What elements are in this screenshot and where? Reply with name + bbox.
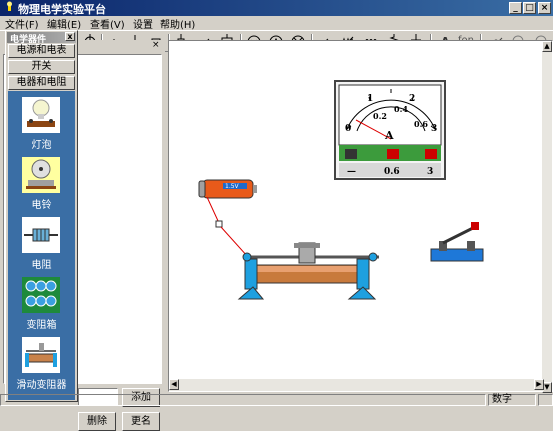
ammeter-scale-1: 1 xyxy=(367,94,373,104)
wire[interactable] xyxy=(206,196,220,224)
palette-close-button[interactable]: x xyxy=(65,32,75,41)
status-bar: 数字 xyxy=(0,394,553,406)
category-switches[interactable]: 开关 xyxy=(8,60,75,74)
menu-help[interactable]: 帮助(H) xyxy=(160,16,195,31)
component-lamp[interactable]: 灯泡 xyxy=(8,93,75,151)
component-label: 变阻箱 xyxy=(26,320,57,331)
component-bell[interactable]: 电铃 xyxy=(8,153,75,211)
window-title: 物理电学实验平台 xyxy=(18,3,106,16)
component-label: 电阻 xyxy=(31,260,52,271)
component-palette: 电学器件 x 电源和电表 开关 电器和电阻 灯泡 电铃 电阻 变阻箱 滑动变阻器 xyxy=(5,30,78,402)
status-extra xyxy=(538,394,553,406)
wire[interactable] xyxy=(220,226,249,258)
scroll-up-button[interactable]: ▲ xyxy=(542,41,552,52)
delete-button[interactable]: 删除 xyxy=(78,412,116,431)
ammeter-scale-0: 0 xyxy=(345,124,351,134)
component-list: 灯泡 电铃 电阻 变阻箱 滑动变阻器 xyxy=(8,91,75,400)
menu-edit[interactable]: 编辑(E) xyxy=(47,16,81,31)
ammeter-inner-scale-2: 0.4 xyxy=(394,104,408,114)
component-label: 电铃 xyxy=(31,200,52,211)
close-button[interactable]: × xyxy=(538,2,551,14)
status-mode: 数字 xyxy=(488,394,536,406)
category-power-meters[interactable]: 电源和电表 xyxy=(8,44,75,58)
bell-icon xyxy=(22,157,60,193)
component-resistance-box[interactable]: 变阻箱 xyxy=(8,273,75,331)
rename-button[interactable]: 更名 xyxy=(122,412,160,431)
circuit-drawing: 0 1 2 3 0.2 0.4 0.6 A — 0.6 3 1.5V xyxy=(198,80,484,300)
scroll-left-button[interactable]: ◀ xyxy=(169,379,179,390)
component-label: 滑动变阻器 xyxy=(16,380,67,391)
ammeter-inner-scale-1: 0.2 xyxy=(373,111,387,121)
rheostat-icon xyxy=(22,337,60,373)
scroll-right-button[interactable]: ▶ xyxy=(534,379,544,390)
resistor-icon xyxy=(22,217,60,253)
ammeter-scale-3: 3 xyxy=(431,124,437,134)
ammeter-inner-scale-3: 0.6 xyxy=(414,119,428,129)
wire-handle[interactable] xyxy=(215,220,223,228)
horizontal-scrollbar[interactable]: ◀ ▶ xyxy=(169,379,544,391)
ammeter-terminal-neg: — xyxy=(347,167,356,177)
ammeter-terminal-3: 3 xyxy=(427,167,433,177)
app-icon xyxy=(7,1,12,11)
status-message xyxy=(0,394,486,406)
title-bar: 物理电学实验平台 _ □ × xyxy=(0,0,553,16)
battery-label: 1.5V xyxy=(225,183,240,190)
maximize-button[interactable]: □ xyxy=(523,2,536,14)
category-appliances-resistors[interactable]: 电器和电阻 xyxy=(8,76,75,90)
palette-title-bar[interactable]: 电学器件 x xyxy=(7,32,76,45)
lamp-icon xyxy=(22,97,60,133)
menu-settings[interactable]: 设置 xyxy=(133,16,153,31)
resistance-box-icon xyxy=(22,277,60,313)
circuit-canvas[interactable]: 0 1 2 3 0.2 0.4 0.6 A — 0.6 3 1.5V ▲ ▼ ◀… xyxy=(168,40,553,393)
vertical-scrollbar[interactable]: ▲ ▼ xyxy=(542,41,552,393)
tree-panel-close-icon[interactable]: × xyxy=(152,40,160,50)
minimize-button[interactable]: _ xyxy=(509,2,522,14)
ammeter-terminal-0-6: 0.6 xyxy=(384,167,400,177)
component-rheostat[interactable]: 滑动变阻器 xyxy=(8,333,75,391)
menu-file[interactable]: 文件(F) xyxy=(5,16,39,31)
component-resistor[interactable]: 电阻 xyxy=(8,213,75,271)
menu-bar: 文件(F) 编辑(E) 查看(V) 设置 帮助(H) xyxy=(0,16,553,31)
ammeter-scale-2: 2 xyxy=(409,94,415,104)
ammeter-unit: A xyxy=(384,129,394,142)
rheostat[interactable] xyxy=(237,242,379,300)
knife-switch[interactable] xyxy=(430,222,484,262)
component-label: 灯泡 xyxy=(31,140,52,151)
menu-view[interactable]: 查看(V) xyxy=(90,16,125,31)
